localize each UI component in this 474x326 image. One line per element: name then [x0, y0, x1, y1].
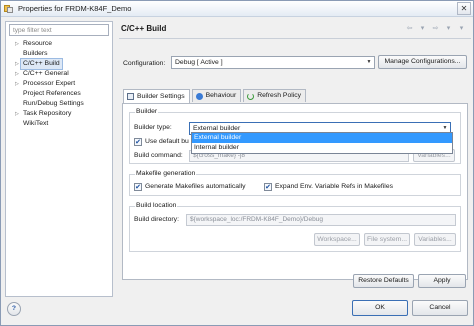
- tab-label: Behaviour: [205, 92, 237, 99]
- properties-dialog: Properties for FRDM-K84F_Demo ✕ ▷ Resour…: [0, 0, 474, 326]
- property-page: C/C++ Build ⇦ ▾ ⇨ ▾ ▾ Configuration: Deb…: [119, 21, 471, 297]
- workspace-button[interactable]: Workspace...: [314, 233, 360, 246]
- close-button[interactable]: ✕: [457, 2, 471, 15]
- tree-item-project-references[interactable]: Project References: [6, 89, 112, 99]
- builder-type-value: External builder: [193, 125, 241, 132]
- builder-type-dropdown-list: External builder Internal builder: [191, 132, 453, 154]
- tree-item-label: C/C++ Build: [20, 58, 63, 70]
- makefile-group-title: Makefile generation: [135, 170, 197, 177]
- expand-env-refs-checkbox[interactable]: ✔: [264, 183, 272, 191]
- expand-env-refs-label: Expand Env. Variable Refs in Makefiles: [275, 183, 393, 190]
- tab-label: Refresh Policy: [257, 92, 302, 99]
- use-default-build-checkbox[interactable]: ✔: [134, 138, 142, 146]
- tab-behaviour[interactable]: Behaviour: [191, 89, 242, 102]
- tab-bar: Builder Settings Behaviour Refresh Polic…: [123, 89, 308, 103]
- tree-item-label: C/C++ General: [23, 70, 69, 77]
- tree-item-resource[interactable]: ▷ Resource: [6, 39, 112, 49]
- builder-type-label: Builder type:: [134, 124, 172, 131]
- tree-item-label: Project References: [23, 90, 81, 97]
- tree-item-task-repository[interactable]: ▷ Task Repository: [6, 109, 112, 119]
- build-location-group: Build location Build directory: ${worksp…: [129, 202, 461, 252]
- expand-arrow-icon[interactable]: ▷: [15, 79, 21, 89]
- page-title: C/C++ Build: [121, 24, 167, 33]
- forward-arrow-icon[interactable]: ⇨: [430, 23, 441, 34]
- filter-input[interactable]: [9, 24, 109, 36]
- help-icon[interactable]: ?: [7, 302, 21, 316]
- tree-item-processor-expert[interactable]: ▷ Processor Expert: [6, 79, 112, 89]
- build-directory-label: Build directory:: [134, 216, 179, 223]
- forward-menu-chevron-icon[interactable]: ▾: [443, 23, 454, 34]
- tree-item-label: Builders: [23, 50, 48, 57]
- ok-button[interactable]: OK: [352, 300, 408, 316]
- window-title: Properties for FRDM-K84F_Demo: [18, 4, 132, 13]
- dropdown-option-internal[interactable]: Internal builder: [192, 143, 452, 153]
- tab-label: Builder Settings: [137, 92, 185, 100]
- cancel-button[interactable]: Cancel: [412, 300, 468, 316]
- page-navigation: ⇦ ▾ ⇨ ▾ ▾: [404, 23, 467, 34]
- behaviour-icon: [195, 92, 203, 100]
- back-menu-chevron-icon[interactable]: ▾: [417, 23, 428, 34]
- manage-configurations-button[interactable]: Manage Configurations...: [378, 55, 467, 69]
- expand-arrow-icon[interactable]: ▷: [15, 109, 21, 119]
- restore-defaults-button[interactable]: Restore Defaults: [353, 274, 414, 288]
- expand-arrow-icon[interactable]: ▷: [15, 39, 21, 49]
- use-default-build-label: Use default bu: [145, 138, 189, 145]
- tab-refresh-policy[interactable]: Refresh Policy: [243, 89, 307, 102]
- navigation-pane: ▷ Resource Builders ▷ C/C++ Build ▷ C/C+…: [5, 21, 113, 297]
- builder-settings-panel: Builder Builder type: External builder ▼…: [122, 103, 468, 280]
- tree-item-run-debug-settings[interactable]: Run/Debug Settings: [6, 99, 112, 109]
- back-arrow-icon[interactable]: ⇦: [404, 23, 415, 34]
- tree-item-label: Processor Expert: [23, 80, 76, 87]
- tree-item-label: WikiText: [23, 120, 49, 127]
- property-tree: ▷ Resource Builders ▷ C/C++ Build ▷ C/C+…: [6, 39, 112, 129]
- view-menu-chevron-icon[interactable]: ▾: [456, 23, 467, 34]
- makefile-generation-group: Makefile generation ✔ Generate Makefiles…: [129, 170, 461, 196]
- expand-arrow-icon[interactable]: ▷: [15, 69, 21, 79]
- title-separator: [119, 38, 471, 39]
- tree-item-wikitext[interactable]: WikiText: [6, 119, 112, 129]
- chevron-down-icon[interactable]: ▼: [364, 57, 374, 68]
- build-command-label: Build command:: [134, 152, 183, 159]
- builder-group-title: Builder: [135, 108, 159, 115]
- apply-button[interactable]: Apply: [418, 274, 466, 288]
- refresh-icon: [247, 92, 255, 100]
- settings-icon: [127, 93, 134, 100]
- location-variables-button[interactable]: Variables...: [414, 233, 456, 246]
- tab-builder-settings[interactable]: Builder Settings: [123, 89, 190, 103]
- build-location-group-title: Build location: [135, 202, 178, 209]
- tree-item-builders[interactable]: Builders: [6, 49, 112, 59]
- file-system-button[interactable]: File system...: [364, 233, 410, 246]
- tree-item-cpp-build[interactable]: ▷ C/C++ Build: [6, 58, 112, 70]
- generate-makefiles-checkbox[interactable]: ✔: [134, 183, 142, 191]
- generate-makefiles-label: Generate Makefiles automatically: [145, 183, 246, 190]
- tree-item-label: Task Repository: [23, 110, 72, 117]
- properties-icon: [4, 4, 14, 14]
- build-directory-field[interactable]: ${workspace_loc:/FRDM-K84F_Demo}/Debug: [186, 214, 456, 226]
- tree-item-cpp-general[interactable]: ▷ C/C++ General: [6, 69, 112, 79]
- configuration-value: Debug [ Active ]: [175, 59, 223, 66]
- title-bar: Properties for FRDM-K84F_Demo ✕: [1, 1, 473, 17]
- dropdown-option-external[interactable]: External builder: [192, 133, 452, 143]
- configuration-select[interactable]: Debug [ Active ] ▼: [171, 56, 375, 69]
- configuration-label: Configuration:: [123, 60, 166, 67]
- tree-item-label: Run/Debug Settings: [23, 100, 84, 107]
- tree-item-label: Resource: [23, 40, 53, 47]
